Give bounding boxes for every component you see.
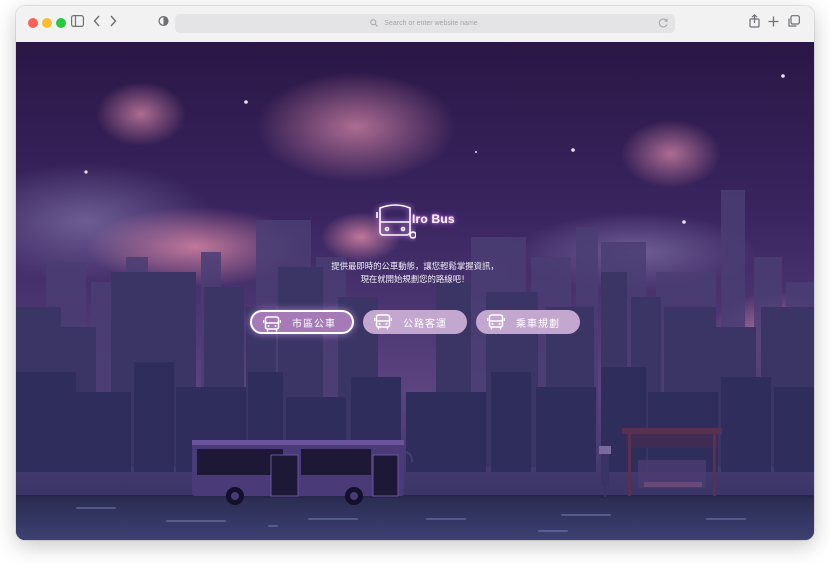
tab-overview-icon[interactable] xyxy=(788,14,800,32)
bus-icon xyxy=(487,314,505,330)
city-night-illustration xyxy=(16,42,814,540)
share-icon[interactable] xyxy=(749,13,760,32)
city-bus-button[interactable]: 市區公車 xyxy=(250,310,354,334)
tagline-line-2: 現在就開始規劃您的路線吧！ xyxy=(360,274,470,284)
bus-icon xyxy=(263,316,281,332)
city-bus-label: 市區公車 xyxy=(292,318,336,330)
back-icon[interactable] xyxy=(93,14,101,32)
bus-icon xyxy=(374,314,392,330)
tagline-line-1: 提供最即時的公車動態，讓您輕鬆掌握資訊， xyxy=(331,261,499,271)
app-logo-text: Iro Bus xyxy=(412,212,455,226)
forward-icon[interactable] xyxy=(109,14,117,32)
zoom-window-button[interactable] xyxy=(56,18,66,28)
browser-window: Search or enter website name Iro Bus 提供最… xyxy=(16,6,814,540)
highway-bus-button[interactable]: 公路客運 xyxy=(363,310,467,334)
sidebar-toggle-icon[interactable] xyxy=(71,14,85,32)
minimize-window-button[interactable] xyxy=(42,18,52,28)
bus-illustration xyxy=(192,440,413,505)
browser-toolbar: Search or enter website name xyxy=(16,6,814,43)
address-bar[interactable]: Search or enter website name xyxy=(175,14,675,33)
address-placeholder: Search or enter website name xyxy=(384,20,478,27)
bus-logo-icon xyxy=(376,204,416,239)
close-window-button[interactable] xyxy=(28,18,38,28)
trip-planning-label: 乘車規劃 xyxy=(516,318,560,330)
reload-icon[interactable] xyxy=(658,17,669,29)
trip-planning-button[interactable]: 乘車規劃 xyxy=(476,310,580,334)
privacy-shield-icon[interactable] xyxy=(158,14,169,32)
new-tab-icon[interactable] xyxy=(768,14,779,32)
hero-scene: Iro Bus 提供最即時的公車動態，讓您輕鬆掌握資訊， 現在就開始規劃您的路線… xyxy=(16,42,814,540)
highway-bus-label: 公路客運 xyxy=(403,318,447,330)
